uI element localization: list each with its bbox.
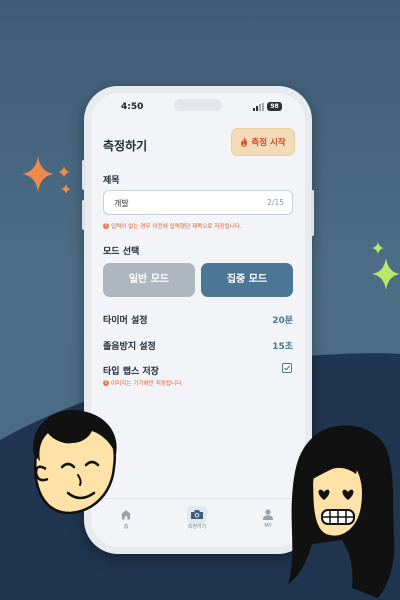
title-hint-text: 입력이 없는 경우 이전에 입력했던 제목으로 저장됩니다. [111, 224, 242, 230]
timelapse-hint-text: 이미지는 기기에만 저장됩니다. [111, 381, 184, 387]
tab-measure-label: 측정하기 [187, 524, 207, 530]
phone-side-button [82, 200, 85, 230]
title-section-label: 제목 [103, 176, 120, 186]
status-time: 4:50 [121, 102, 144, 112]
phone-side-button [311, 190, 314, 236]
drowsy-setting-value[interactable]: 15초 [272, 339, 293, 352]
boy-character-illustration [33, 409, 117, 515]
info-icon: ! [103, 380, 109, 386]
info-icon: ! [103, 223, 109, 229]
signal-icon [253, 103, 265, 111]
timelapse-checkbox[interactable] [282, 363, 292, 373]
page-title: 측정하기 [103, 139, 148, 153]
camera-icon [191, 510, 203, 519]
title-hint: ! 입력이 없는 경우 이전에 입력했던 제목으로 저장됩니다. [103, 222, 242, 230]
girl-character-illustration [288, 425, 395, 598]
status-bar: 4:50 98 [91, 93, 305, 119]
phone-side-button [82, 160, 85, 190]
timelapse-hint: ! 이미지는 기기에만 저장됩니다. [103, 379, 183, 387]
tab-measure[interactable]: 측정하기 [172, 509, 222, 530]
normal-mode-button[interactable]: 일반 모드 [103, 263, 195, 297]
title-input[interactable]: 개발 2/15 [103, 190, 293, 215]
drowsy-setting-label: 졸음방지 설정 [103, 342, 156, 352]
user-icon [263, 509, 273, 520]
start-measure-button[interactable]: 측정 시작 [231, 128, 295, 156]
timelapse-setting-label: 타입 랩스 저장 [103, 367, 159, 377]
sparkle-icon-green [372, 242, 400, 290]
timer-setting-value[interactable]: 20분 [272, 313, 293, 326]
tab-home-label: 홈 [123, 524, 129, 530]
title-input-value: 개발 [114, 199, 129, 208]
fire-icon [241, 137, 248, 147]
timer-setting-label: 타이머 설정 [103, 316, 148, 326]
sparkle-icon-orange [22, 156, 71, 194]
focus-mode-button[interactable]: 집중 모드 [201, 263, 293, 297]
title-char-count: 2/15 [267, 198, 284, 207]
dynamic-island [174, 99, 222, 111]
mode-section-label: 모드 선택 [103, 247, 140, 257]
battery-icon: 98 [267, 102, 282, 111]
check-icon [284, 365, 291, 371]
start-measure-label: 측정 시작 [251, 138, 286, 148]
